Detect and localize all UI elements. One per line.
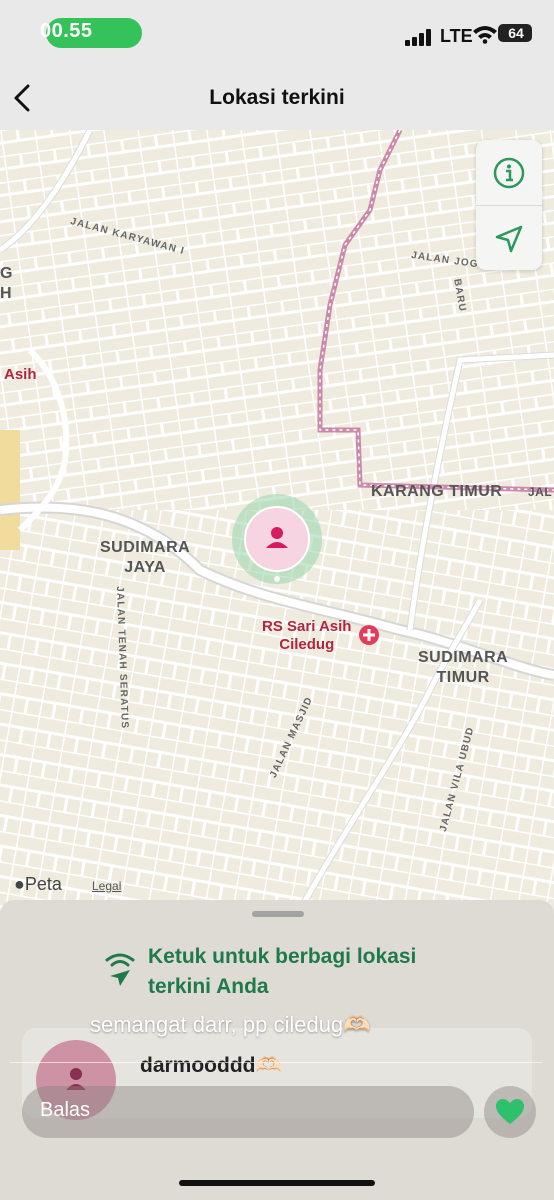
info-icon[interactable] [476,140,542,205]
map-view[interactable]: G H SUDIMARA JAYA KARANG TIMUR JAL SUDIM… [0,130,554,910]
navigation-bar: Lokasi terkini [0,70,554,131]
sheet-grabber[interactable] [252,911,304,917]
area-label-left: G H [0,265,13,302]
share-location-prompt[interactable]: Ketuk untuk berbagi lokasi terkini Anda [148,942,478,1002]
legal-link[interactable]: Legal [92,879,121,893]
area-label-sudimara-jaya: SUDIMARA JAYA [100,539,191,576]
location-dot [274,576,280,582]
status-bar: 00.55 LTE 64 [0,0,554,70]
battery-level: 64 [508,25,524,41]
network-type: LTE [440,26,473,46]
reply-placeholder: Balas [40,1099,91,1121]
home-indicator[interactable] [179,1180,375,1186]
apple-logo-icon: ● [14,874,25,894]
message-author: darmooddd🫶🏻 [140,1054,282,1077]
story-caption: semangat darr, pp ciledug🫶🏻 [90,1012,371,1037]
status-time: 00.55 [40,20,93,42]
avatar [244,506,310,572]
poi-label-asih: Asih [4,366,37,383]
hospital-icon[interactable] [358,624,380,646]
map-attribution: ●Peta [14,874,62,894]
poi-label-hospital[interactable]: RS Sari Asih Ciledug [262,618,351,654]
wifi-icon [473,26,497,44]
map-controls [476,140,542,270]
heart-icon[interactable] [484,1086,536,1138]
location-share-icon[interactable] [104,952,136,988]
user-location-pin[interactable] [232,494,322,584]
location-arrow-icon[interactable] [476,206,542,271]
page-title: Lokasi terkini [209,86,345,109]
area-label-karang-timur: KARANG TIMUR [371,483,503,500]
caption-divider [10,1062,542,1063]
cellular-signal-icon [405,28,435,46]
area-label-right: JAL [528,485,553,499]
area-label-sudimara-timur: SUDIMARA TIMUR [418,649,509,686]
person-icon [266,527,288,548]
